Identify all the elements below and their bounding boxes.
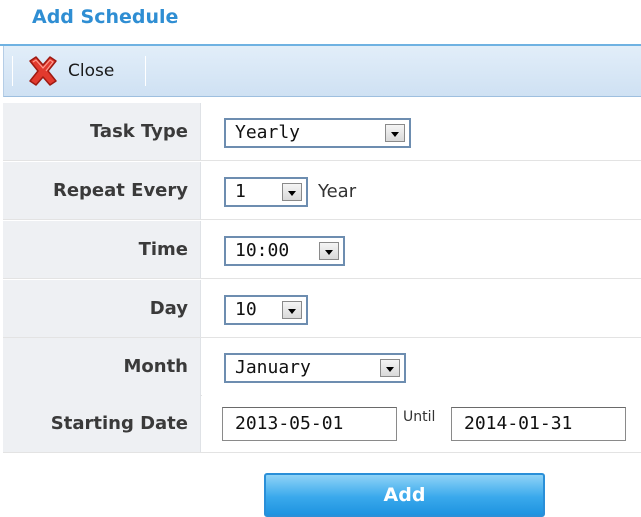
close-x-icon [29,56,57,86]
chevron-down-icon [282,301,302,319]
time-label: Time [3,221,201,278]
repeat-every-select[interactable]: 1 [224,177,308,207]
time-value: 10:00 [235,240,290,261]
row-task-type: Task Type Yearly [3,103,641,161]
repeat-every-label: Repeat Every [3,162,201,219]
row-month: Month January [3,338,641,396]
repeat-unit: Year [318,181,357,202]
row-repeat-every: Repeat Every 1 Year [3,162,641,220]
day-value: 10 [235,299,257,320]
add-schedule-dialog: Add Schedule Close Task Type Yearly Repe… [0,0,641,517]
end-date-input[interactable]: 2014-01-31 [451,407,626,441]
row-time: Time 10:00 [3,221,641,279]
chevron-down-icon [380,359,400,377]
month-value: January [235,357,311,378]
starting-date-label: Starting Date [3,395,201,452]
chevron-down-icon [385,124,405,142]
until-label: Until [403,409,436,425]
dialog-title: Add Schedule [32,6,179,28]
task-type-label: Task Type [3,103,201,160]
row-day: Day 10 [3,280,641,338]
task-type-select[interactable]: Yearly [224,118,411,148]
month-select[interactable]: January [224,353,406,383]
month-label: Month [3,338,201,395]
toolbar-separator [12,56,13,86]
toolbar: Close [3,46,641,97]
day-select[interactable]: 10 [224,295,308,325]
chevron-down-icon [282,183,302,201]
close-label: Close [68,61,115,81]
add-button[interactable]: Add [264,473,545,517]
toolbar-separator [145,56,146,86]
day-label: Day [3,280,201,337]
time-select[interactable]: 10:00 [224,236,345,266]
start-date-input[interactable]: 2013-05-01 [222,407,397,441]
chevron-down-icon [319,242,339,260]
row-starting-date: Starting Date 2013-05-01 Until 2014-01-3… [3,395,641,453]
task-type-value: Yearly [235,122,301,143]
repeat-every-value: 1 [235,181,246,202]
close-button[interactable]: Close [26,56,114,86]
